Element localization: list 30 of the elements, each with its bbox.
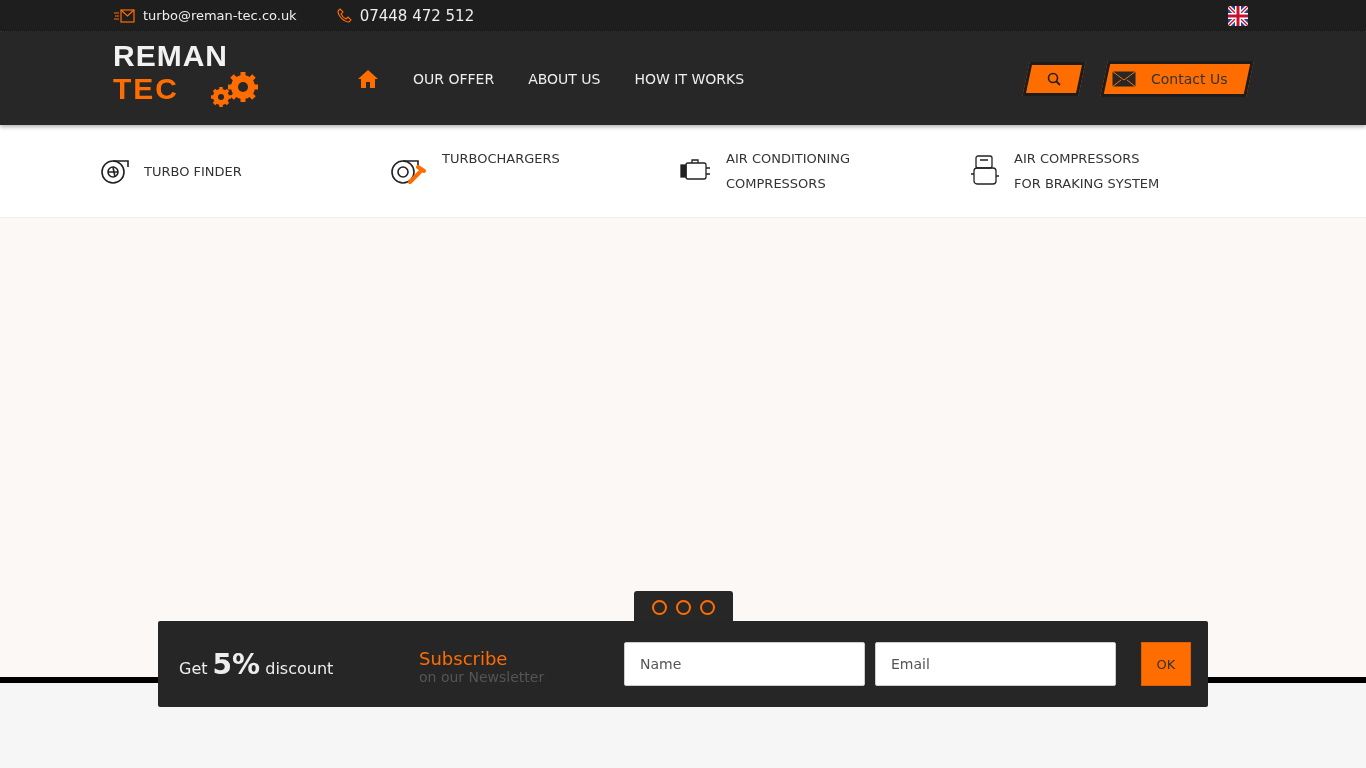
email-text[interactable]: turbo@reman-tec.co.uk — [143, 8, 297, 23]
category-link[interactable]: TURBOCHARGERS — [442, 146, 560, 171]
uk-flag-icon[interactable] — [1228, 5, 1248, 26]
phone-text[interactable]: 07448 472 512 — [359, 6, 475, 25]
category-link[interactable]: AIR CONDITIONING COMPRESSORS — [726, 146, 851, 196]
category-link[interactable]: AIR COMPRESSORS FOR BRAKING SYSTEM — [1014, 146, 1160, 196]
nav-link[interactable]: OUR OFFER — [413, 70, 495, 87]
category-link[interactable]: TURBO FINDER — [144, 158, 242, 184]
phone-icon — [336, 8, 352, 23]
logo-text[interactable]: REMAN — [113, 40, 283, 71]
name-input[interactable]: Name — [624, 642, 865, 686]
email-input[interactable]: Email — [875, 642, 1116, 686]
nav-link[interactable]: HOW IT WORKS — [634, 70, 745, 87]
home-icon[interactable] — [357, 68, 379, 89]
turbo-wrench-icon — [390, 157, 428, 185]
ok-button[interactable]: OK — [1141, 642, 1191, 686]
envelope-icon — [1111, 69, 1137, 88]
contact-button[interactable]: Contact Us — [1100, 60, 1254, 97]
slider-dot[interactable] — [676, 599, 691, 615]
air-compressor-icon — [970, 154, 1000, 188]
gears-icon — [209, 70, 261, 107]
logo-text[interactable]: TEC — [113, 71, 179, 106]
discount-text: Get 5% discount — [179, 647, 335, 681]
envelope-icon — [113, 8, 135, 23]
turbo-icon — [100, 157, 130, 185]
nav-link[interactable]: ABOUT US — [528, 70, 601, 87]
subscribe-title: Subscribe — [419, 647, 509, 669]
search-icon — [1047, 71, 1061, 86]
slider-dot[interactable] — [700, 599, 715, 615]
slider-dot[interactable] — [652, 599, 667, 615]
